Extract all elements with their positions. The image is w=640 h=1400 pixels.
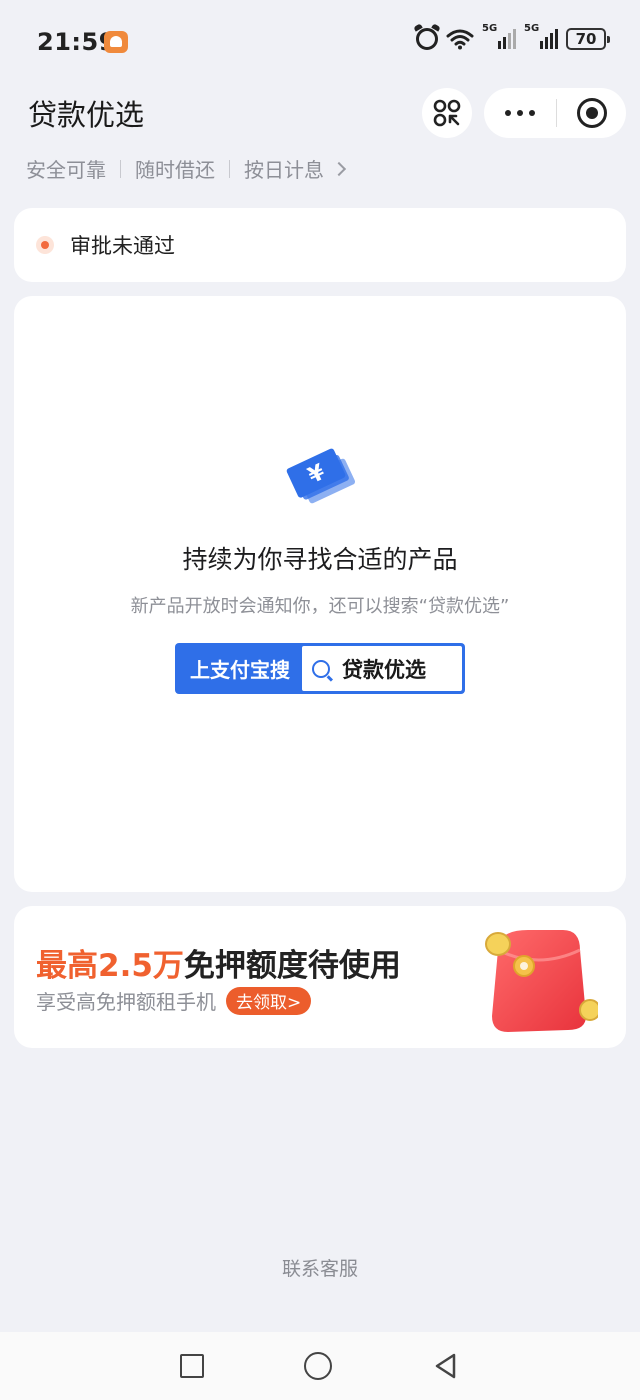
alarm-icon <box>416 28 438 50</box>
alipay-search-banner[interactable]: 上支付宝搜 贷款优选 <box>175 643 465 694</box>
empty-state-card: ¥ 持续为你寻找合适的产品 新产品开放时会通知你，还可以搜索“贷款优选” 上支付… <box>14 296 626 892</box>
system-nav-bar <box>0 1332 640 1400</box>
yen-card-icon: ¥ <box>286 448 356 504</box>
signal-icon: 5G <box>482 23 516 49</box>
claim-button[interactable]: 去领取> <box>226 986 312 1015</box>
scan-icon <box>433 99 461 127</box>
search-field[interactable]: 贷款优选 <box>302 646 462 691</box>
mini-program-capsule <box>484 88 626 138</box>
chevron-right-icon <box>331 161 347 176</box>
search-icon <box>312 659 330 678</box>
status-bar: 21:59 5G 5G 70 <box>0 0 640 86</box>
status-icons: 5G 5G 70 <box>416 23 610 50</box>
empty-state-title: 持续为你寻找合适的产品 <box>182 545 458 574</box>
promo-title-highlight: 最高2.5万 <box>36 948 184 984</box>
more-button[interactable] <box>484 88 556 138</box>
search-keyword: 贷款优选 <box>342 657 426 682</box>
tag-safe: 安全可靠 <box>26 158 106 182</box>
wifi-icon <box>446 29 474 50</box>
signal-icon: 5G <box>524 23 558 49</box>
promo-card[interactable]: 最高2.5万免押额度待使用 享受高免押额租手机 去领取> <box>14 906 626 1048</box>
page-title: 贷款优选 <box>28 98 145 132</box>
promo-subtitle: 享受高免押额租手机 <box>36 990 216 1014</box>
more-icon <box>505 110 511 116</box>
close-button[interactable] <box>557 88 626 138</box>
app-notification-icon <box>104 31 128 53</box>
recent-apps-icon[interactable] <box>180 1354 204 1378</box>
back-icon[interactable] <box>432 1352 460 1380</box>
search-lead-text: 上支付宝搜 <box>190 658 290 682</box>
promo-title-rest: 免押额度待使用 <box>183 948 401 984</box>
empty-state-subtitle: 新产品开放时会通知你，还可以搜索“贷款优选” <box>130 596 510 617</box>
red-packet-icon <box>485 930 598 1032</box>
approval-status-card: 审批未通过 <box>14 208 626 282</box>
contact-service-link[interactable]: 联系客服 <box>0 1254 640 1281</box>
battery-icon: 70 <box>566 28 610 50</box>
scan-button[interactable] <box>422 88 472 138</box>
battery-level: 70 <box>575 30 597 48</box>
tag-divider <box>120 159 121 178</box>
tag-daily-interest: 按日计息 <box>244 158 324 182</box>
close-mini-program-icon <box>576 98 607 128</box>
home-icon[interactable] <box>304 1352 332 1380</box>
tag-divider <box>229 159 230 178</box>
status-dot-icon <box>36 236 54 254</box>
promo-title: 最高2.5万免押额度待使用 <box>36 940 401 985</box>
approval-status-text: 审批未通过 <box>70 234 175 258</box>
feature-tags[interactable]: 安全可靠 随时借还 按日计息 <box>26 154 347 183</box>
tag-flexible: 随时借还 <box>135 158 215 182</box>
promo-subtitle-row: 享受高免押额租手机 去领取> <box>36 986 312 1015</box>
